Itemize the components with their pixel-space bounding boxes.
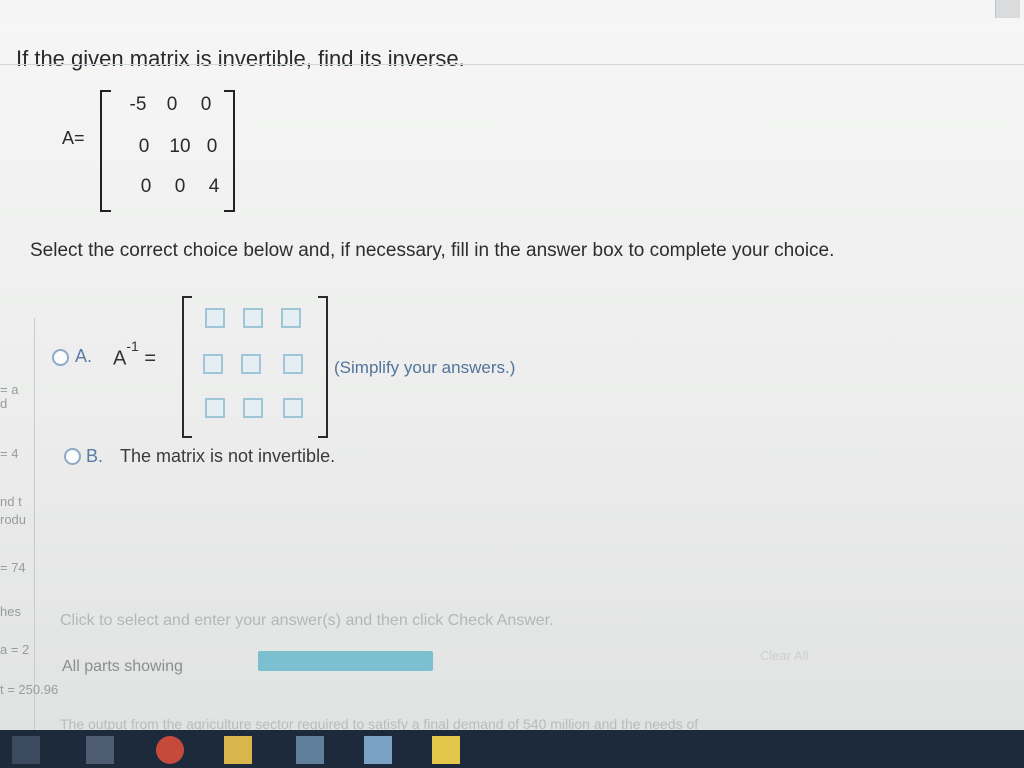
inverse-exponent: -1 [126, 338, 139, 354]
matrix-cell: 4 [208, 176, 220, 197]
side-label: t = 250.96 [0, 682, 59, 697]
matrix-label: A= [62, 128, 85, 148]
answer-box-r3c2[interactable] [243, 398, 263, 418]
inverse-expression: A-1 = [113, 338, 157, 371]
choice-b-letter[interactable]: B. [86, 446, 103, 467]
answer-box-r2c3[interactable] [283, 354, 303, 374]
progress-fill [258, 651, 433, 671]
answer-box-r1c2[interactable] [243, 308, 263, 328]
taskbar [0, 730, 1024, 768]
divider [0, 64, 1024, 65]
store-icon[interactable] [364, 736, 392, 764]
side-label: hes [0, 604, 21, 619]
answer-box-r2c2[interactable] [241, 354, 261, 374]
matrix-cell: 0 [138, 136, 150, 157]
side-label: d [0, 396, 8, 411]
browser-top-bar [0, 0, 1024, 19]
file-explorer-icon[interactable] [86, 736, 114, 764]
answer-box-r3c3[interactable] [283, 398, 303, 418]
app-icon[interactable] [296, 736, 324, 764]
matrix-cell: 0 [200, 94, 212, 115]
side-label: nd t [0, 494, 22, 509]
window-close-button[interactable] [995, 0, 1020, 18]
answer-matrix-left-bracket [182, 296, 192, 438]
equals-sign: = [144, 347, 157, 370]
answer-box-r3c1[interactable] [205, 398, 225, 418]
question-panel: = a d = 4 nd t rodu = 74 hes a = 2 t = 2… [0, 18, 1024, 732]
folder-icon[interactable] [224, 736, 252, 764]
answer-matrix-right-bracket [318, 296, 328, 438]
simplify-note: (Simplify your answers.) [334, 358, 516, 377]
answer-box-r1c3[interactable] [281, 308, 301, 328]
answer-box-r2c1[interactable] [203, 354, 223, 374]
choice-b-text[interactable]: The matrix is not invertible. [120, 446, 335, 467]
inverse-base: A [113, 347, 127, 370]
choice-b-radio[interactable] [64, 448, 81, 465]
side-label: a = 2 [0, 642, 30, 657]
matrix-left-bracket [100, 90, 111, 212]
parts-showing-label: All parts showing [62, 658, 183, 675]
side-label: = 74 [0, 560, 26, 575]
chrome-icon[interactable] [156, 736, 184, 764]
mail-icon[interactable] [432, 736, 460, 764]
instruction-text: Select the correct choice below and, if … [30, 240, 835, 261]
side-label: rodu [0, 512, 27, 527]
choice-a-letter[interactable]: A. [75, 346, 92, 367]
progress-bar [258, 651, 433, 671]
task-view-icon[interactable] [12, 736, 40, 764]
matrix-cell: 0 [206, 136, 218, 157]
question-title: If the given matrix is invertible, find … [16, 46, 465, 71]
side-label: = a [0, 382, 19, 397]
answer-box-r1c1[interactable] [205, 308, 225, 328]
help-text: Click to select and enter your answer(s)… [60, 612, 554, 629]
side-label: = 4 [0, 446, 19, 461]
choice-a-radio[interactable] [52, 349, 69, 366]
clear-all-button[interactable]: Clear All [760, 648, 808, 663]
